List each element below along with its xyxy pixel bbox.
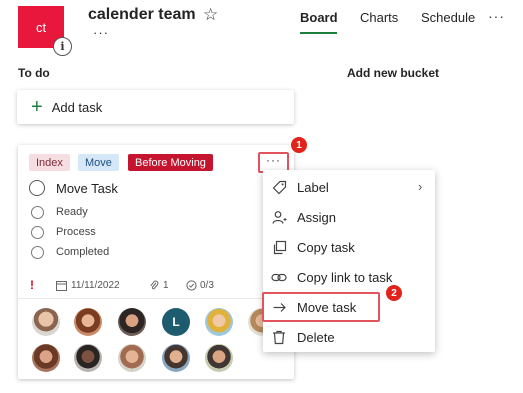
attachment-icon xyxy=(149,280,159,294)
attachment-count: 1 xyxy=(163,280,169,291)
link-icon xyxy=(271,269,287,285)
assignee-avatar[interactable] xyxy=(74,344,102,372)
header-more-icon[interactable]: ··· xyxy=(488,8,505,24)
menu-item-text: Copy task xyxy=(297,239,355,255)
assignee-avatar[interactable] xyxy=(162,344,190,372)
step-callout-2: 2 xyxy=(386,285,402,301)
assignee-avatar[interactable] xyxy=(32,308,60,336)
label-chip-before-moving: Before Moving xyxy=(128,154,213,171)
tab-board[interactable]: Board xyxy=(300,10,338,25)
priority-icon: ! xyxy=(30,278,34,292)
add-task-button[interactable]: + Add task xyxy=(17,90,294,124)
menu-item-label[interactable]: Label xyxy=(263,172,435,202)
tag-icon xyxy=(271,179,287,195)
plan-title: calender team xyxy=(88,6,196,23)
assignee-avatar[interactable] xyxy=(118,308,146,336)
assignee-avatar[interactable] xyxy=(205,344,233,372)
menu-item-text: Label xyxy=(297,179,329,195)
calendar-icon xyxy=(56,280,67,294)
checklist-item: Ready xyxy=(56,206,88,218)
checklist-checkbox[interactable] xyxy=(31,246,44,259)
add-bucket-button[interactable]: Add new bucket xyxy=(347,66,439,80)
tab-charts[interactable]: Charts xyxy=(360,10,398,25)
trash-icon xyxy=(271,329,287,345)
checklist-item: Completed xyxy=(56,246,110,258)
checklist-checkbox[interactable] xyxy=(31,226,44,239)
copy-icon xyxy=(271,239,287,255)
tab-schedule[interactable]: Schedule xyxy=(421,10,475,25)
menu-item-assign[interactable]: Assign xyxy=(263,202,435,232)
menu-item-text: Delete xyxy=(297,329,335,345)
assignee-avatar[interactable] xyxy=(205,308,233,336)
menu-item-delete[interactable]: Delete xyxy=(263,322,435,352)
assignee-avatar[interactable] xyxy=(32,344,60,372)
checklist-icon xyxy=(186,280,197,294)
assignee-avatar[interactable] xyxy=(118,344,146,372)
assignee-avatar[interactable] xyxy=(74,308,102,336)
info-icon[interactable]: i xyxy=(53,37,72,56)
label-chip-move: Move xyxy=(78,154,119,171)
person-add-icon xyxy=(271,209,287,225)
checklist-checkbox[interactable] xyxy=(31,206,44,219)
menu-item-text: Assign xyxy=(297,209,337,225)
checklist-progress: 0/3 xyxy=(200,280,214,291)
bucket-title[interactable]: To do xyxy=(18,66,50,80)
due-date: 11/11/2022 xyxy=(71,280,120,291)
complete-task-checkbox[interactable] xyxy=(29,180,45,196)
card-divider xyxy=(18,298,294,299)
task-title[interactable]: Move Task xyxy=(56,181,118,196)
chevron-right-icon: › xyxy=(418,179,423,194)
label-chip-index: Index xyxy=(29,154,70,171)
menu-item-copy-task[interactable]: Copy task xyxy=(263,232,435,262)
plus-icon: + xyxy=(31,96,43,118)
star-icon[interactable]: ☆ xyxy=(203,5,218,25)
plan-more-icon[interactable]: ··· xyxy=(93,25,109,40)
menu-item-text: Copy link to task xyxy=(297,269,393,285)
step-callout-1: 1 xyxy=(291,137,307,153)
menu-item-copy-link[interactable]: Copy link to task xyxy=(263,262,435,292)
add-task-label: Add task xyxy=(51,99,103,115)
checklist-item: Process xyxy=(56,226,96,238)
tab-active-indicator xyxy=(300,32,337,34)
highlight-box xyxy=(262,292,380,322)
assignee-avatar[interactable]: L xyxy=(162,308,190,336)
